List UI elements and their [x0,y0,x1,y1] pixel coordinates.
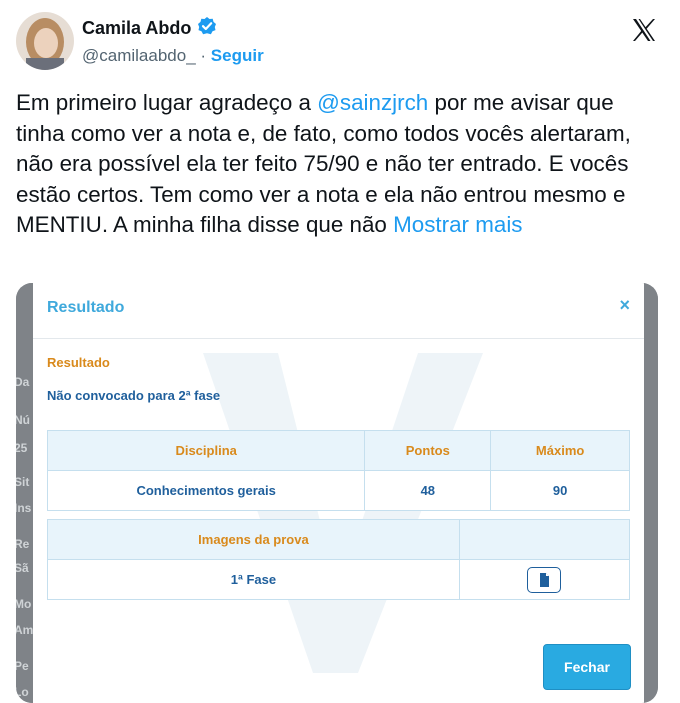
bg-label: Sit [16,475,30,489]
result-label: Resultado [47,355,110,370]
follow-button[interactable]: Seguir [211,46,264,65]
column-header-exam-images: Imagens da prova [47,519,460,560]
column-header-discipline: Disciplina [46,430,366,471]
column-header-maximum: Máximo [490,430,630,471]
modal-title: Resultado [47,299,125,316]
table-row: Conhecimentos gerais 48 90 [46,470,630,511]
bg-label: Am [16,623,34,637]
show-more-link[interactable]: Mostrar mais [393,212,522,237]
bg-label: 25 [16,441,28,455]
close-icon[interactable]: × [619,295,630,316]
mention-link[interactable]: @sainzjrch [317,90,428,115]
exam-images-table: Imagens da prova 1ª Fase [47,519,631,600]
bg-label: Mo [16,597,32,611]
column-header-empty [458,519,631,560]
bg-label: Re [16,537,30,551]
separator: · [200,46,207,65]
cell-points: 48 [364,470,492,511]
user-handle[interactable]: @camilaabdo_ [82,46,196,65]
bg-label: Nú [16,413,30,427]
avatar[interactable] [16,12,74,70]
tweet-text: Em primeiro lugar agradeço a @sainzjrch … [16,88,656,241]
user-name[interactable]: Camila Abdo [82,18,191,39]
cell-phase: 1ª Fase [47,559,460,600]
result-status: Não convocado para 2ª fase [47,388,221,403]
x-logo-icon[interactable] [630,16,658,49]
cell-maximum: 90 [490,470,630,511]
verified-badge-icon [197,16,217,41]
cell-discipline: Conhecimentos gerais [46,470,366,511]
modal-header: Resultado × [33,283,644,339]
result-modal: Resultado × Resultado Não convocado para… [33,283,644,703]
bg-label: Pe [16,659,29,673]
bg-label: Ins [16,501,32,515]
cell-document [458,559,631,600]
table-row: 1ª Fase [47,559,631,600]
document-icon[interactable] [527,566,562,593]
column-header-points: Pontos [364,430,492,471]
bg-label: Sã [16,561,29,575]
close-button[interactable]: Fechar [543,644,631,690]
tweet-header: Camila Abdo @camilaabdo_ · Seguir [16,12,664,76]
bg-label: Lo [16,685,29,699]
handle-line: @camilaabdo_ · Seguir [82,46,264,66]
tweet-media-screenshot[interactable]: Da Nú 25 Sit Ins Re Sã Mo Am Pe Lo Resul… [16,283,658,703]
bg-label: Da [16,375,30,389]
scores-table: Disciplina Pontos Máximo Conhecimentos g… [46,430,630,511]
tweet-text-start: Em primeiro lugar agradeço a [16,90,318,115]
